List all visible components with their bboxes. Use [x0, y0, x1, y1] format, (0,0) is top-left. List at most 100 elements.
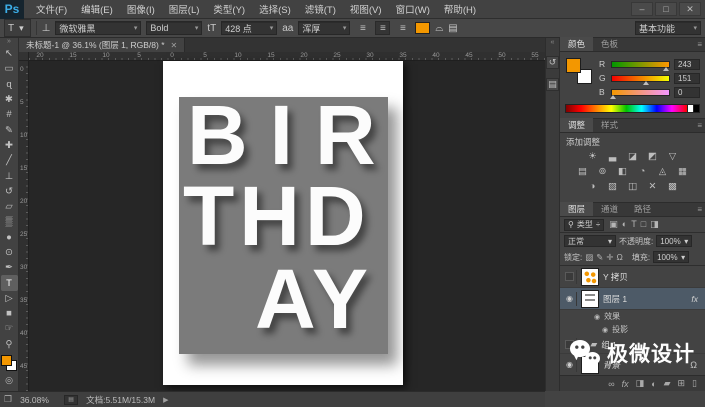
- red-value-field[interactable]: 243: [674, 59, 700, 70]
- hue-saturation-icon[interactable]: ▤: [575, 164, 590, 178]
- blue-slider[interactable]: [611, 89, 670, 96]
- tab-layers[interactable]: 图层: [560, 202, 593, 216]
- layer-mask-icon[interactable]: ◨: [636, 378, 645, 389]
- lock-all-icon[interactable]: Ω: [617, 252, 623, 263]
- tab-adjustments[interactable]: 调整: [560, 118, 593, 132]
- foreground-color-swatch[interactable]: [1, 355, 12, 366]
- new-group-icon[interactable]: ▰: [664, 378, 671, 389]
- clone-stamp-tool[interactable]: ⊥: [1, 168, 18, 183]
- tab-close-icon[interactable]: ✕: [171, 41, 178, 50]
- eraser-tool[interactable]: ▱: [1, 199, 18, 214]
- rectangular-marquee-tool[interactable]: ▭: [1, 61, 18, 76]
- lasso-tool[interactable]: ɋ: [1, 77, 18, 92]
- lock-transparent-icon[interactable]: ▨: [585, 252, 593, 263]
- menu-edit[interactable]: 编辑(E): [75, 0, 119, 18]
- birthday-text-line2[interactable]: THD: [183, 174, 371, 258]
- opacity-select[interactable]: 100% ▾: [656, 235, 692, 247]
- birthday-text-line3[interactable]: AY: [255, 257, 372, 341]
- history-panel-icon[interactable]: ↺: [546, 56, 559, 69]
- color-lookup-icon[interactable]: ▦: [675, 164, 690, 178]
- levels-icon[interactable]: ▃: [605, 149, 620, 163]
- filter-pixel-layers-icon[interactable]: ▣: [609, 219, 618, 230]
- layer-thumbnail[interactable]: [581, 268, 599, 286]
- dodge-tool[interactable]: ⊙: [1, 245, 18, 260]
- menu-window[interactable]: 窗口(W): [390, 0, 436, 18]
- filter-adjustment-layers-icon[interactable]: ◐: [622, 219, 627, 230]
- brush-tool[interactable]: ╱: [1, 153, 18, 168]
- vibrance-icon[interactable]: ▽: [665, 149, 680, 163]
- fill-select[interactable]: 100% ▾: [653, 251, 689, 263]
- new-layer-icon[interactable]: ⊞: [678, 378, 686, 389]
- visibility-toggle[interactable]: [563, 270, 577, 284]
- gradient-tool[interactable]: ▒: [1, 214, 18, 229]
- layer-row-layer1[interactable]: ◉ 图层 1 fx: [560, 288, 705, 310]
- filter-type-layers-icon[interactable]: T: [631, 219, 637, 230]
- layer-name[interactable]: Y 拷贝: [603, 271, 628, 283]
- dock-collapse-icon[interactable]: «: [551, 38, 555, 47]
- hand-tool[interactable]: ☞: [1, 321, 18, 336]
- invert-icon[interactable]: ◑: [585, 179, 600, 193]
- layer-effects-badge[interactable]: fx: [691, 294, 702, 304]
- rectangle-tool[interactable]: ■: [1, 306, 18, 321]
- tab-color[interactable]: 颜色: [560, 37, 593, 51]
- menu-image[interactable]: 图像(I): [121, 0, 161, 18]
- tab-paths[interactable]: 路径: [626, 202, 659, 216]
- blur-tool[interactable]: ●: [1, 230, 18, 245]
- layer-filter-select[interactable]: ⚲ 类型 ÷: [564, 219, 604, 231]
- pen-tool[interactable]: ✒: [1, 260, 18, 275]
- layer-row-y-copy[interactable]: Y 拷贝: [560, 266, 705, 288]
- curves-icon[interactable]: ◪: [625, 149, 640, 163]
- panel-menu-icon[interactable]: ≡: [697, 205, 702, 214]
- align-right-button[interactable]: ≡: [395, 21, 410, 35]
- crop-tool[interactable]: #: [1, 107, 18, 122]
- panel-color-swatches[interactable]: [566, 58, 592, 84]
- visibility-toggle[interactable]: ◉: [594, 313, 600, 321]
- filter-shape-layers-icon[interactable]: □: [641, 219, 646, 230]
- font-style-select[interactable]: Bold ▾: [146, 21, 202, 35]
- exposure-icon[interactable]: ◩: [645, 149, 660, 163]
- menu-file[interactable]: 文件(F): [30, 0, 73, 18]
- blue-value-field[interactable]: 0: [674, 87, 700, 98]
- canvas-area[interactable]: 20 15 10 5 0 5 10 15 20 25 30 35 40 45 5…: [19, 52, 545, 391]
- document-tab[interactable]: 未标题-1 @ 36.1% (图层 1, RGB/8) * ✕: [19, 38, 185, 52]
- delete-layer-icon[interactable]: ▯: [692, 378, 697, 389]
- adjustment-layer-icon[interactable]: ◐: [651, 379, 656, 389]
- selective-color-icon[interactable]: ✕: [645, 179, 660, 193]
- lock-position-icon[interactable]: ✛: [606, 252, 613, 263]
- birthday-text-line1[interactable]: BIR: [187, 93, 398, 177]
- anti-alias-select[interactable]: 浑厚 ▾: [298, 21, 350, 35]
- menu-help[interactable]: 帮助(H): [438, 0, 482, 18]
- tab-styles[interactable]: 样式: [593, 118, 626, 132]
- screen-mode-icon[interactable]: ❐: [4, 394, 12, 405]
- font-family-select[interactable]: 微软雅黑 ▾: [55, 21, 141, 35]
- path-selection-tool[interactable]: ▷: [1, 291, 18, 306]
- workspace-select[interactable]: 基本功能 ▾: [635, 21, 701, 35]
- foreground-color-swatch[interactable]: [566, 58, 581, 73]
- lock-pixels-icon[interactable]: ✎: [596, 252, 603, 263]
- brightness-contrast-icon[interactable]: ☀: [585, 149, 600, 163]
- color-spectrum-ramp[interactable]: [565, 104, 688, 113]
- font-size-select[interactable]: 428 点 ▾: [221, 21, 277, 35]
- channel-mixer-icon[interactable]: ◬: [655, 164, 670, 178]
- foreground-background-swatches[interactable]: [1, 355, 17, 371]
- photo-filter-icon[interactable]: ◔: [635, 164, 650, 178]
- menu-layer[interactable]: 图层(L): [163, 0, 206, 18]
- posterize-icon[interactable]: ▨: [605, 179, 620, 193]
- panel-menu-icon[interactable]: ≡: [697, 121, 702, 130]
- minimize-button[interactable]: –: [631, 2, 653, 16]
- properties-panel-icon[interactable]: ▤: [546, 78, 559, 91]
- toggle-panels-icon[interactable]: ▤: [448, 23, 457, 34]
- menu-view[interactable]: 视图(V): [344, 0, 388, 18]
- black-swatch[interactable]: [694, 104, 700, 113]
- link-layers-icon[interactable]: ∞: [608, 379, 614, 389]
- eyedropper-tool[interactable]: ✎: [1, 122, 18, 137]
- black-white-icon[interactable]: ◧: [615, 164, 630, 178]
- birthday-card-rectangle[interactable]: BIR THD AY: [179, 97, 388, 354]
- visibility-toggle[interactable]: ◉: [563, 292, 577, 306]
- zoom-level-field[interactable]: 36.08%: [20, 395, 56, 405]
- quick-mask-icon[interactable]: ◎: [5, 375, 13, 386]
- tab-channels[interactable]: 通道: [593, 202, 626, 216]
- current-tool-badge[interactable]: T ▾: [4, 19, 31, 37]
- menu-type[interactable]: 类型(Y): [207, 0, 251, 18]
- layer-style-icon[interactable]: fx: [622, 379, 629, 389]
